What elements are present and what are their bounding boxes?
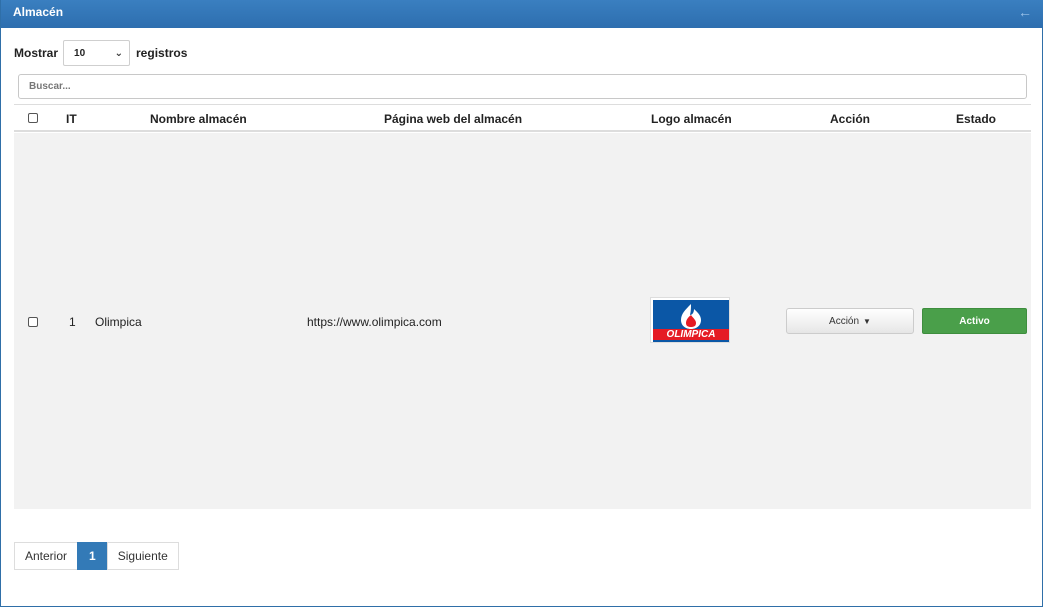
panel-header: Almacén ← [1,0,1043,28]
pagination-next[interactable]: Siguiente [106,542,179,570]
row-website: https://www.olimpica.com [307,315,442,329]
flame-icon [681,304,701,329]
search-input[interactable]: Buscar... [18,74,1027,99]
action-button-label: Acción [829,315,860,327]
panel-title: Almacén [13,5,64,19]
column-header-it[interactable]: IT [66,112,77,126]
caret-down-icon: ▼ [863,316,871,326]
arrow-left-icon[interactable]: ← [1018,5,1034,21]
chevron-down-icon: ⌄ [114,47,124,59]
status-label: Activo [959,315,990,327]
pagination-page-1[interactable]: 1 [77,542,108,570]
search-placeholder: Buscar... [29,81,71,92]
status-active-button[interactable]: Activo [922,308,1027,334]
column-header-status[interactable]: Estado [956,112,996,126]
column-header-logo[interactable]: Logo almacén [651,112,732,126]
column-header-action[interactable]: Acción [830,112,870,126]
almacen-panel: Almacén ← Mostrar 10 ⌄ registros Buscar.… [0,0,1043,607]
row-name: Olimpica [95,315,142,329]
column-header-name[interactable]: Nombre almacén [150,112,247,126]
pagination-previous[interactable]: Anterior [14,542,79,570]
row-it: 1 [69,315,76,329]
action-dropdown-button[interactable]: Acción ▼ [786,308,914,334]
pagination: Anterior 1 Siguiente [14,542,179,570]
page-length-value: 10 [74,47,86,59]
length-prefix-label: Mostrar [14,46,59,60]
column-header-website[interactable]: Página web del almacén [384,112,522,126]
length-suffix-label: registros [136,46,188,60]
row-checkbox[interactable] [28,317,38,327]
page-length-control: Mostrar 10 ⌄ registros [14,40,187,66]
page-length-select[interactable]: 10 ⌄ [63,40,131,66]
logo-wordmark: OLIMPICA [653,329,729,340]
select-all-checkbox[interactable] [28,113,38,123]
table-header: IT Nombre almacén Página web del almacén… [14,104,1031,132]
table-row: 1 Olimpica https://www.olimpica.com OLIM… [14,133,1031,509]
olimpica-logo-image: OLIMPICA [653,300,729,342]
store-logo: OLIMPICA [650,297,730,343]
